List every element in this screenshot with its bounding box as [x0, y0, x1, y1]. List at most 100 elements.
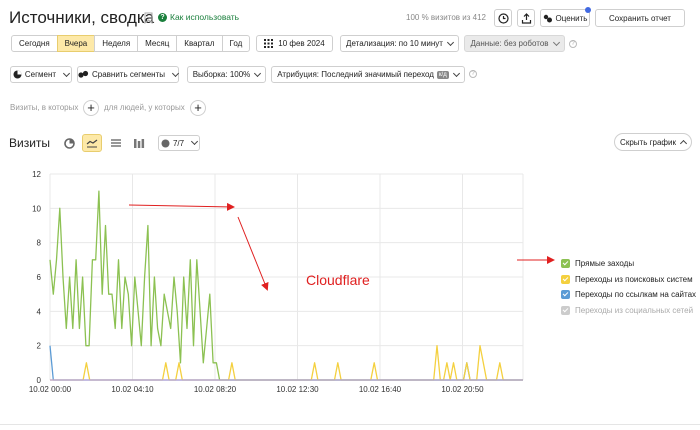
visits-filter-label: Визиты, в которых [10, 103, 79, 112]
chart-type-area[interactable] [106, 134, 126, 152]
chevron-down-icon [63, 69, 71, 77]
data-filter-select[interactable]: Данные: без роботов [464, 35, 565, 52]
checkbox-icon [561, 259, 570, 269]
checkbox-icon [561, 305, 570, 315]
save-report-button[interactable]: Сохранить отчет [595, 9, 685, 27]
chevron-down-icon [452, 69, 460, 77]
rate-label: Оценить [555, 13, 588, 23]
upload-icon [521, 12, 531, 24]
x-tick-label: 10.02 00:00 [29, 385, 72, 394]
metrics-select[interactable]: 7/7 [158, 135, 200, 151]
x-tick-label: 10.02 12:30 [276, 385, 319, 394]
y-tick-label: 6 [37, 273, 42, 282]
compare-label: Сравнить сегменты [91, 70, 165, 79]
bookmark-icon[interactable] [144, 12, 153, 24]
metrics-count: 7/7 [172, 138, 185, 148]
y-tick-label: 0 [37, 376, 42, 385]
y-axis: 0 2 4 6 8 10 12 [32, 170, 41, 385]
metrics-icon [161, 139, 170, 147]
x-tick-label: 10.02 20:50 [441, 385, 484, 394]
info-icon[interactable]: ? [469, 70, 477, 78]
clock-button[interactable] [494, 9, 512, 27]
notification-dot [585, 7, 591, 13]
y-tick-label: 2 [37, 342, 42, 351]
chevron-down-icon [171, 69, 180, 77]
y-tick-label: 8 [37, 239, 42, 248]
area-chart-icon [111, 139, 121, 147]
how-to-use-link[interactable]: ? Как использовать [158, 12, 239, 22]
period-today[interactable]: Сегодня [11, 35, 58, 52]
legend-item-search[interactable]: Переходы из поисковых систем [561, 272, 696, 288]
x-tick-label: 10.02 04:10 [111, 385, 154, 394]
chart-legend: Прямые заходы Переходы из поисковых сист… [561, 256, 696, 318]
info-icon[interactable]: ? [569, 40, 577, 48]
divider [0, 424, 700, 425]
y-tick-label: 12 [32, 170, 41, 179]
x-tick-label: 10.02 16:40 [359, 385, 402, 394]
x-axis: 10.02 00:00 10.02 04:10 10.02 08:20 10.02 1… [29, 385, 484, 394]
legend-item-social[interactable]: Переходы из социальных сетей [561, 303, 696, 319]
export-button[interactable] [517, 9, 535, 27]
segment-button[interactable]: Сегмент [10, 66, 72, 83]
checkbox-icon [561, 274, 570, 284]
legend-item-direct[interactable]: Прямые заходы [561, 256, 696, 272]
how-to-use-label: Как использовать [170, 12, 240, 22]
chevron-up-icon [679, 139, 687, 148]
sample-label: Выборка: 100% [192, 70, 251, 79]
line-chart-icon [86, 139, 98, 148]
compare-segments-button[interactable]: Сравнить сегменты [77, 66, 180, 83]
page-title: Источники, сводка [9, 8, 155, 27]
detail-select[interactable]: Детализация: по 10 минут [340, 35, 459, 52]
segment-label: Сегмент [24, 70, 57, 79]
help-icon: ? [158, 12, 167, 22]
series-line-2 [49, 345, 523, 381]
sample-select[interactable]: Выборка: 100% [187, 66, 266, 83]
people-filter-label: для людей, у которых [104, 103, 185, 112]
chart-type-pie[interactable] [59, 134, 79, 152]
chevron-down-icon [191, 137, 199, 146]
detail-label: Детализация: по 10 минут [346, 39, 443, 48]
date-label: 10 фев 2024 [278, 39, 325, 48]
bar-chart-icon [134, 139, 145, 148]
period-yesterday[interactable]: Вчера [56, 35, 96, 52]
pie-chart-icon [63, 137, 75, 149]
chart-type-bar[interactable] [129, 134, 149, 152]
legend-label: Переходы из социальных сетей [575, 305, 694, 315]
segment-icon [13, 70, 22, 79]
y-tick-label: 10 [32, 204, 41, 213]
rate-icon [543, 14, 552, 22]
period-selector: Сегодня Вчера Неделя Месяц Квартал Год [11, 35, 251, 52]
attribution-badge: к/д [436, 70, 449, 79]
attribution-select[interactable]: Атрибуция: Последний значимый переход к/… [271, 66, 465, 83]
period-week[interactable]: Неделя [94, 35, 139, 52]
add-visits-filter-button[interactable]: + [83, 100, 99, 116]
chart-type-line[interactable] [82, 134, 102, 152]
checkbox-icon [561, 290, 570, 300]
attribution-label: Атрибуция: Последний значимый переход [277, 70, 434, 79]
hide-chart-label: Скрыть график [620, 137, 676, 147]
rate-button[interactable]: Оценить [540, 7, 591, 27]
period-year[interactable]: Год [221, 35, 251, 52]
visits-chart: 0 2 4 6 8 10 12 10.02 00:00 10.02 04:10 10.02 08… [29, 170, 524, 394]
legend-label: Прямые заходы [575, 259, 635, 269]
legend-label: Переходы по ссылкам на сайтах [575, 290, 697, 300]
y-tick-label: 4 [37, 307, 42, 316]
legend-item-links[interactable]: Переходы по ссылкам на сайтах [561, 287, 696, 303]
chart-title: Визиты [9, 136, 51, 150]
arrow-right [128, 202, 235, 211]
chevron-down-icon [254, 69, 262, 77]
cloudflare-annotation: Cloudflare [306, 272, 370, 288]
chevron-down-icon [552, 38, 560, 46]
annotation-arrows [128, 202, 269, 291]
data-filter-label: Данные: без роботов [470, 39, 549, 48]
calendar-icon [264, 39, 274, 48]
hide-chart-button[interactable]: Скрыть график [614, 133, 692, 151]
date-picker-button[interactable]: 10 фев 2024 [256, 35, 333, 52]
legend-label: Переходы из поисковых систем [575, 274, 693, 284]
series-line-1 [50, 345, 523, 381]
x-tick-label: 10.02 08:20 [194, 385, 237, 394]
period-quarter[interactable]: Квартал [176, 35, 223, 52]
add-people-filter-button[interactable]: + [190, 100, 206, 116]
period-month[interactable]: Месяц [137, 35, 178, 52]
arrow-down [237, 216, 269, 291]
